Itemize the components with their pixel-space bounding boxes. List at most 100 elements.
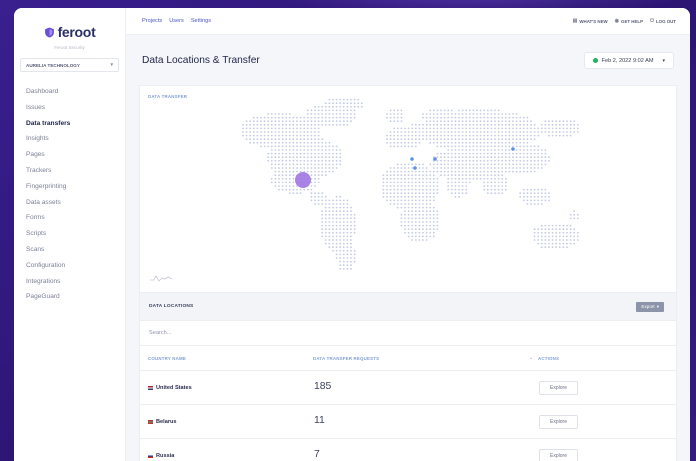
location-marker[interactable] [410, 157, 414, 161]
sidebar-item-forms[interactable]: Forms [26, 210, 125, 226]
map-dot [533, 134, 536, 137]
sidebar-item-integrations[interactable]: Integrations [26, 274, 125, 290]
map-dot [324, 170, 327, 173]
map-dot [317, 145, 320, 148]
map-dot [461, 113, 464, 115]
map-dot [292, 188, 295, 191]
map-dot [537, 134, 540, 137]
request-count: 185 [314, 381, 332, 392]
get-help-button[interactable]: ◉ GET HELP [615, 18, 643, 24]
map-dot [317, 131, 320, 133]
map-dot [562, 242, 565, 245]
explore-button[interactable]: Explore [539, 381, 578, 395]
map-dot [436, 228, 439, 231]
map-dot [339, 231, 342, 234]
map-dot [465, 159, 468, 162]
map-dot [458, 195, 460, 198]
sidebar-item-configuration[interactable]: Configuration [26, 258, 125, 274]
map-dot [346, 210, 349, 213]
map-dot [339, 120, 342, 123]
map-dot [288, 156, 291, 159]
world-map[interactable] [140, 86, 689, 294]
map-dot [324, 224, 327, 227]
map-dot [544, 195, 547, 198]
map-dot [407, 203, 410, 205]
location-marker[interactable] [511, 147, 515, 151]
map-dot [476, 177, 478, 180]
map-dot [400, 134, 403, 137]
map-dot [389, 174, 392, 177]
map-dot [436, 123, 439, 126]
sidebar-item-fingerprinting[interactable]: Fingerprinting [26, 179, 125, 195]
map-dot [353, 224, 356, 227]
nav-link-settings[interactable]: Settings [191, 18, 211, 24]
organization-select[interactable]: AURELIA TECHNOLOGY ▾ [20, 58, 119, 72]
map-dot [346, 228, 349, 231]
sidebar-item-scripts[interactable]: Scripts [26, 226, 125, 242]
map-dot [418, 213, 421, 216]
sidebar-item-data-transfers[interactable]: Data transfers [26, 116, 125, 132]
sidebar-item-dashboard[interactable]: Dashboard [26, 84, 125, 100]
map-dot [267, 159, 270, 162]
column-data-transfer-requests[interactable]: DATA TRANSFER REQUESTS [313, 356, 379, 361]
column-country-name[interactable]: COUNTRY NAME [148, 356, 186, 361]
request-count: 7 [314, 449, 320, 460]
export-button[interactable]: Export ▾ [636, 301, 664, 312]
map-dot [443, 159, 446, 162]
map-dot [429, 228, 432, 231]
map-dot [540, 203, 543, 205]
map-dot [288, 192, 291, 195]
sidebar-item-insights[interactable]: Insights [26, 131, 125, 147]
sidebar-item-issues[interactable]: Issues [26, 100, 125, 116]
map-dot [519, 123, 522, 126]
map-dot [429, 170, 432, 173]
sidebar-item-scans[interactable]: Scans [26, 242, 125, 258]
explore-button[interactable]: Explore [539, 449, 578, 461]
map-dot [490, 123, 493, 126]
map-dot [270, 113, 273, 115]
map-dot [418, 185, 421, 187]
sort-desc-icon[interactable]: ⌄ [529, 355, 533, 361]
sidebar-item-trackers[interactable]: Trackers [26, 163, 125, 179]
map-dot [249, 120, 252, 123]
map-dot [270, 159, 273, 162]
nav-link-projects[interactable]: Projects [142, 18, 162, 24]
sidebar-item-pages[interactable]: Pages [26, 147, 125, 163]
nav-link-users[interactable]: Users [169, 18, 184, 24]
search-input[interactable] [149, 330, 449, 336]
brand-logo[interactable]: feroot [14, 24, 125, 40]
log-out-button[interactable]: ⏻ LOG OUT [650, 18, 676, 24]
map-dot [530, 120, 532, 123]
location-marker[interactable] [433, 157, 437, 161]
help-icon: ◉ [614, 18, 620, 24]
map-dot [346, 260, 349, 263]
map-dot [411, 174, 414, 177]
map-dot [328, 228, 331, 231]
map-dot [501, 167, 504, 169]
map-dot [278, 152, 280, 155]
location-marker[interactable] [413, 166, 417, 170]
map-dot [382, 192, 385, 195]
map-dot [501, 185, 504, 187]
map-dot [411, 177, 414, 180]
map-dot [407, 167, 410, 169]
map-dot [501, 120, 504, 123]
date-select[interactable]: Feb 2, 2022 9:02 AM ▾ [583, 52, 674, 69]
map-dot [310, 141, 313, 144]
map-dot [407, 228, 410, 231]
map-dot [339, 203, 342, 205]
explore-button[interactable]: Explore [539, 415, 578, 429]
map-dot [342, 235, 345, 238]
sidebar-item-pageguard[interactable]: PageGuard [26, 289, 125, 305]
map-dot [350, 267, 352, 270]
map-dot [278, 185, 280, 187]
map-dot [292, 159, 295, 162]
map-dot [335, 253, 338, 256]
map-dot [418, 177, 421, 180]
sidebar-item-data-assets[interactable]: Data assets [26, 195, 125, 211]
map-dot [314, 109, 316, 112]
whats-new-button[interactable]: ▤ WHAT'S NEW [573, 18, 608, 24]
map-dot [461, 156, 464, 159]
united-states-bubble[interactable] [295, 172, 311, 188]
map-dot [512, 127, 514, 130]
